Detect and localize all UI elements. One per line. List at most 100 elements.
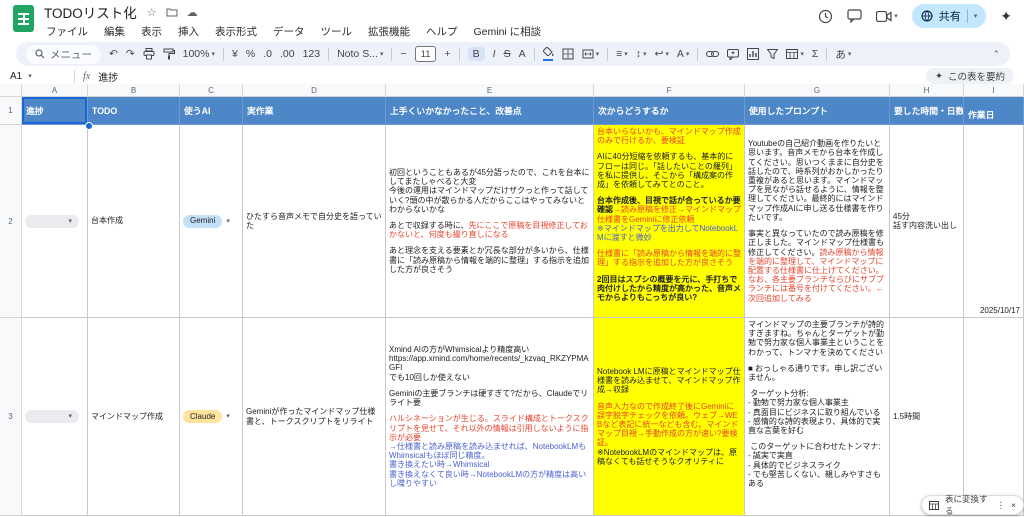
cell-B2[interactable]: 台本作成 <box>88 125 180 318</box>
increase-font-size-button[interactable]: + <box>444 48 450 60</box>
row-number-2[interactable]: 2 <box>0 125 22 318</box>
document-title[interactable]: TODOリスト化 <box>44 2 137 22</box>
merge-cells-button[interactable]: ▾ <box>582 49 599 59</box>
borders-button[interactable] <box>562 48 574 60</box>
formula-input[interactable]: 進捗 <box>98 69 118 84</box>
undo-button[interactable]: ↶ <box>109 48 118 60</box>
share-button[interactable]: 共有 ▾ <box>911 4 987 28</box>
cell-H2[interactable]: 45分 話す内容洗い出し <box>890 125 964 318</box>
sheets-logo-icon[interactable] <box>13 5 34 32</box>
cell-G2[interactable]: Youtubeの自己紹介動画を作りたいと思います。音声メモから台本を作成してくだ… <box>745 125 890 318</box>
insert-link-button[interactable] <box>706 50 720 58</box>
table-button[interactable]: ▾ <box>786 49 804 59</box>
hide-toolbar-button[interactable]: ⌃ <box>992 49 1000 60</box>
move-folder-icon[interactable] <box>166 7 178 17</box>
menu-extensions[interactable]: 拡張機能 <box>368 24 410 39</box>
cell-I3[interactable] <box>964 318 1024 516</box>
decrease-font-size-button[interactable]: − <box>400 48 406 60</box>
cell-C2[interactable]: Gemini ▾ <box>180 125 243 318</box>
input-tools-button[interactable]: あ ▾ <box>835 47 851 62</box>
ai-chip-caret-icon[interactable]: ▾ <box>226 218 230 225</box>
cell-G1[interactable]: 使用したプロンプト <box>745 97 890 125</box>
toast-close-icon[interactable]: × <box>1011 500 1016 510</box>
horizontal-align-button[interactable]: ≡ ▾ <box>616 48 628 60</box>
font-size-input[interactable]: 11 <box>414 46 437 62</box>
more-formats-button[interactable]: 123 <box>303 48 321 60</box>
cell-F3[interactable]: Notebook LMに原稿とマインドマップ仕様書を読み込ませて、マインドマップ… <box>594 318 745 516</box>
meet-caret-icon[interactable]: ▾ <box>894 13 898 20</box>
menu-file[interactable]: ファイル <box>46 24 88 39</box>
redo-button[interactable]: ↷ <box>126 48 135 60</box>
cell-B1[interactable]: TODO <box>88 97 180 125</box>
menus-search[interactable]: メニュー <box>26 44 101 64</box>
star-icon[interactable]: ☆ <box>147 6 157 19</box>
cell-H1[interactable]: 要した時間・日数 <box>890 97 964 125</box>
cell-E2[interactable]: 初回ということもあるが45分語ったので、これを台本にしてまたしゃべると大変 今後の… <box>386 125 594 318</box>
cell-E3[interactable]: Xmind AIの方がWhimsicalより精度高い https://app.xm… <box>386 318 594 516</box>
version-history-icon[interactable] <box>818 9 833 24</box>
filter-button[interactable] <box>767 49 779 59</box>
toast-more-icon[interactable]: ⋮ <box>997 500 1006 511</box>
cell-F2[interactable]: 台本いらないかも、マインドマップ作成のみで行けるか、要検証 AIに40分短縮を依頼… <box>594 125 745 318</box>
status-dropdown-chip[interactable]: ▾ <box>25 410 79 423</box>
cell-A2[interactable]: ▾ <box>22 125 88 318</box>
cell-A3[interactable]: ▾ <box>22 318 88 516</box>
cell-E1[interactable]: 上手くいかなかったこと、改善点 <box>386 97 594 125</box>
menu-tools[interactable]: ツール <box>321 24 353 39</box>
summarize-table-button[interactable]: ✦ この表を要約 <box>926 68 1014 84</box>
insert-chart-button[interactable] <box>747 48 760 60</box>
col-letter-B[interactable]: B <box>88 84 180 97</box>
menu-format[interactable]: 表示形式 <box>215 24 257 39</box>
ai-chip-claude[interactable]: Claude <box>183 410 223 423</box>
cell-F1[interactable]: 次からどうするか <box>594 97 745 125</box>
grid-corner[interactable] <box>0 84 22 97</box>
decrease-decimal-button[interactable]: .0 <box>263 48 272 60</box>
bold-button[interactable]: B <box>467 47 485 61</box>
menu-help[interactable]: ヘルプ <box>426 24 458 39</box>
strikethrough-button[interactable]: S <box>504 48 511 60</box>
print-button[interactable] <box>143 48 155 60</box>
functions-button[interactable]: Σ <box>812 48 819 60</box>
cell-B3[interactable]: マインドマップ作成 <box>88 318 180 516</box>
comments-icon[interactable] <box>847 9 862 23</box>
name-box[interactable]: A1 ▾ <box>10 71 66 82</box>
col-letter-E[interactable]: E <box>386 84 594 97</box>
menu-gemini[interactable]: Gemini に相談 <box>474 24 542 39</box>
col-letter-A[interactable]: A <box>22 84 88 97</box>
insert-comment-button[interactable] <box>727 48 740 60</box>
col-letter-G[interactable]: G <box>745 84 890 97</box>
format-percent-button[interactable]: % <box>246 48 255 60</box>
text-rotation-button[interactable]: A ▾ <box>677 48 690 60</box>
cell-D2[interactable]: ひたすら音声メモで自分史を語っていた <box>243 125 386 318</box>
col-letter-F[interactable]: F <box>594 84 745 97</box>
fill-color-button[interactable] <box>542 47 554 61</box>
cell-D3[interactable]: Geminiが作ったマインドマップ仕様書と、トークスクリプトをリライト <box>243 318 386 516</box>
row-number-1[interactable]: 1 <box>0 97 22 125</box>
cell-I2[interactable]: 2025/10/17 <box>964 125 1024 318</box>
text-color-button[interactable]: A <box>519 48 526 60</box>
meet-button[interactable]: ▾ <box>876 10 898 22</box>
ai-chip-caret-icon[interactable]: ▾ <box>226 413 230 420</box>
cell-D1[interactable]: 実作業 <box>243 97 386 125</box>
col-letter-D[interactable]: D <box>243 84 386 97</box>
gemini-sparkle-icon[interactable]: ✦ <box>1000 8 1012 25</box>
font-select[interactable]: Noto S... ▾ <box>337 48 383 60</box>
selection-fill-handle[interactable] <box>85 122 93 130</box>
format-currency-button[interactable]: ¥ <box>232 48 238 60</box>
zoom-select[interactable]: 100% ▾ <box>183 48 215 60</box>
menu-view[interactable]: 表示 <box>141 24 162 39</box>
italic-button[interactable]: I <box>493 48 496 60</box>
col-letter-I[interactable]: I <box>964 84 1024 97</box>
menu-data[interactable]: データ <box>273 24 305 39</box>
menu-insert[interactable]: 挿入 <box>178 24 199 39</box>
status-dropdown-chip[interactable]: ▾ <box>25 214 79 228</box>
col-letter-C[interactable]: C <box>180 84 243 97</box>
row-number-3[interactable]: 3 <box>0 318 22 516</box>
cell-H3[interactable]: 1.5時間 <box>890 318 964 516</box>
cell-C1[interactable]: 使うAI <box>180 97 243 125</box>
share-caret-icon[interactable]: ▾ <box>974 13 978 20</box>
col-letter-H[interactable]: H <box>890 84 964 97</box>
convert-to-table-button[interactable]: 表に変換する <box>945 493 991 517</box>
menu-edit[interactable]: 編集 <box>104 24 125 39</box>
cell-A1[interactable]: 進捗 <box>22 97 88 125</box>
